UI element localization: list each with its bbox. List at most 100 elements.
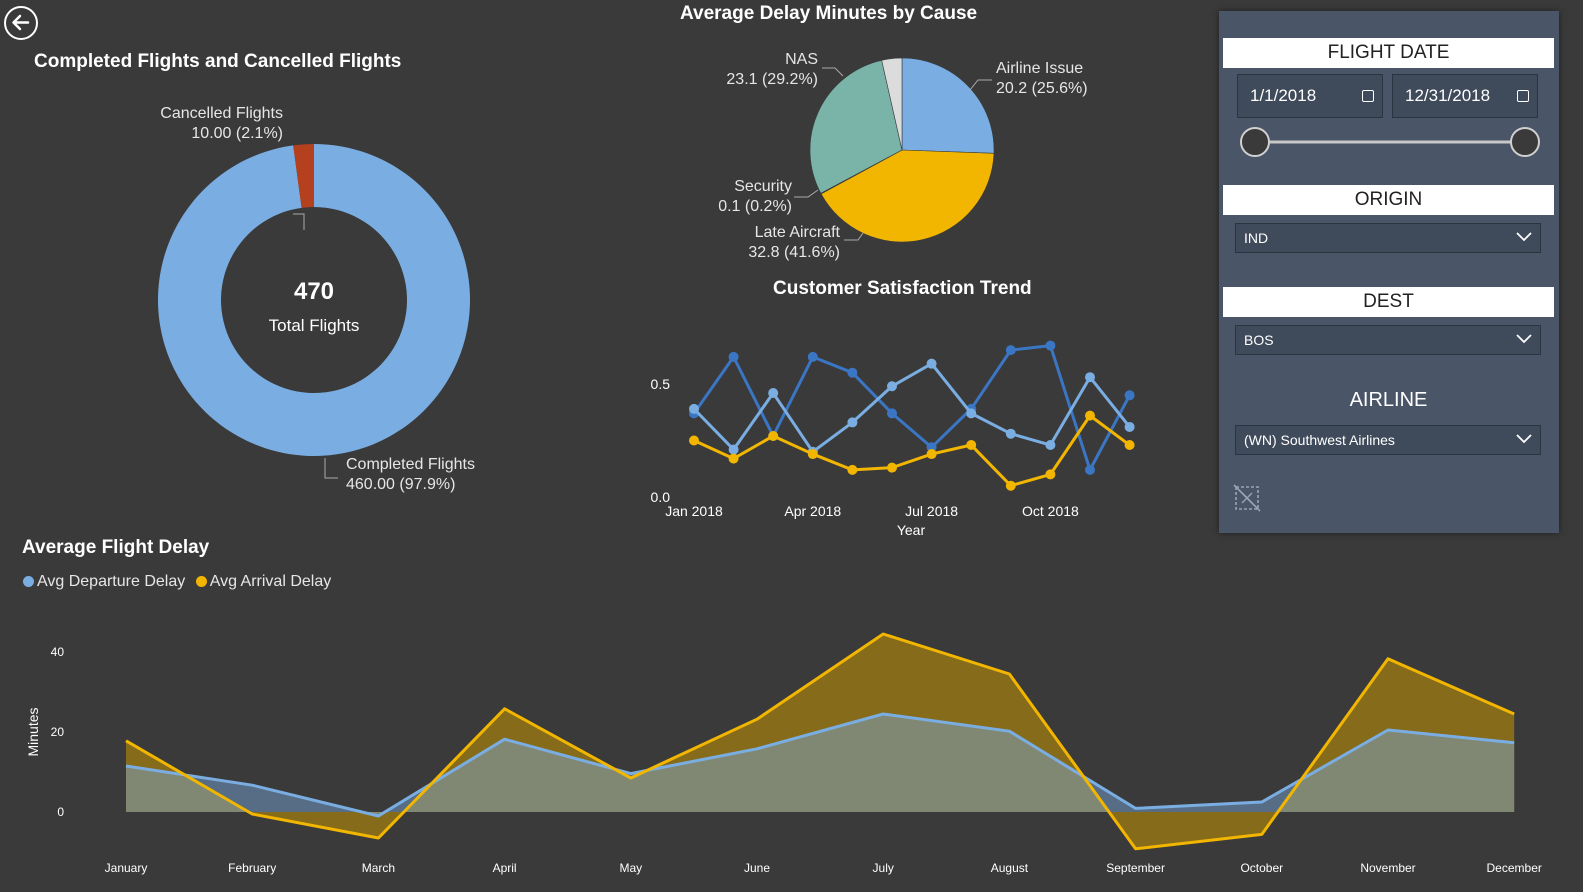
date-end-value: 12/31/2018 <box>1405 86 1491 105</box>
date-start-input[interactable]: 1/1/2018 <box>1237 74 1383 118</box>
delay-ytick: 0 <box>57 805 64 819</box>
delay-xtick: February <box>228 861 276 875</box>
sat-point[interactable] <box>1085 372 1095 383</box>
chevron-down-icon <box>1516 232 1532 242</box>
sat-point[interactable] <box>926 449 937 460</box>
sat-point[interactable] <box>1005 480 1016 491</box>
pie-label-nas-value: 23.1 (29.2%) <box>726 71 818 88</box>
donut-leader-completed <box>324 458 338 479</box>
dest-value: BOS <box>1244 332 1274 348</box>
delay-chart: Minutes 0 20 40 January February March April Ma… <box>25 632 1542 875</box>
airline-dropdown[interactable]: (WN) Southwest Airlines <box>1235 425 1541 455</box>
sat-point[interactable] <box>1085 410 1095 421</box>
donut-label-cancelled: Cancelled Flights 10.00 (2.1%) <box>110 104 283 144</box>
sat-point[interactable] <box>689 435 699 446</box>
pie-title: Average Delay Minutes by Cause <box>680 3 978 24</box>
sat-line-yellow <box>693 414 1131 488</box>
pie-leader-airline <box>969 79 992 91</box>
sat-point[interactable] <box>1045 469 1056 480</box>
calendar-icon[interactable] <box>1362 90 1374 102</box>
pie-leader-nas <box>822 67 844 77</box>
slider-handle-start[interactable] <box>1240 127 1270 157</box>
sat-point[interactable] <box>1124 421 1135 432</box>
pie-label-late: Late Aircraft 32.8 (41.6%) <box>720 223 840 263</box>
sat-point[interactable] <box>966 408 977 419</box>
airline-title: AIRLINE <box>1349 389 1428 411</box>
delay-xtick: June <box>744 861 770 875</box>
legend-item-arrival[interactable]: Avg Arrival Delay <box>195 573 332 590</box>
pie-leader-late <box>844 232 864 241</box>
sat-point[interactable] <box>728 351 739 362</box>
sat-point[interactable] <box>887 408 897 419</box>
pie-slice-airline-issue[interactable] <box>901 57 995 154</box>
donut-label-cancelled-value: 10.00 (2.1%) <box>191 125 283 142</box>
pie-label-late-name: Late Aircraft <box>754 224 840 241</box>
donut-label-cancelled-name: Cancelled Flights <box>160 105 283 122</box>
sat-xtick: Apr 2018 <box>784 503 841 519</box>
satisfaction-title: Customer Satisfaction Trend <box>773 278 1032 299</box>
pie-label-nas-name: NAS <box>785 51 818 68</box>
calendar-icon[interactable] <box>1517 90 1529 102</box>
sat-point[interactable] <box>1124 440 1135 451</box>
airline-value: (WN) Southwest Airlines <box>1244 432 1395 448</box>
sat-point[interactable] <box>887 462 897 473</box>
dest-title: DEST <box>1223 287 1554 317</box>
sat-point[interactable] <box>847 367 858 378</box>
sat-point[interactable] <box>1045 440 1056 451</box>
sat-point[interactable] <box>847 464 858 475</box>
pie-leader-security <box>794 189 819 198</box>
pie-label-late-value: 32.8 (41.6%) <box>748 244 840 261</box>
filter-panel: FLIGHT DATE 1/1/2018 12/31/2018 ORIGIN I… <box>1219 11 1559 533</box>
origin-value: IND <box>1244 230 1269 246</box>
sat-point[interactable] <box>689 403 699 414</box>
sat-point[interactable] <box>1045 340 1056 351</box>
pie-label-security-value: 0.1 (0.2%) <box>718 198 792 215</box>
sat-point[interactable] <box>1085 464 1095 475</box>
satisfaction-xlabel: Year <box>897 522 926 538</box>
delay-xtick: October <box>1240 861 1283 875</box>
legend-label-arrival: Avg Arrival Delay <box>209 573 332 590</box>
sat-point[interactable] <box>926 358 937 369</box>
donut-leader-cancelled <box>293 213 305 230</box>
chevron-down-icon <box>1516 334 1532 344</box>
dest-dropdown[interactable]: BOS <box>1235 325 1541 355</box>
sat-point[interactable] <box>887 381 897 392</box>
sat-xtick: Oct 2018 <box>1022 503 1079 519</box>
legend-dot-arrival <box>195 576 207 587</box>
legend-item-departure[interactable]: Avg Departure Delay <box>23 573 185 590</box>
donut-center-value: 470 <box>293 278 335 305</box>
satisfaction-chart: 0.00.5Jan 2018 Apr 2018 Jul 2018 Oct 2018 Y… <box>651 340 1135 538</box>
donut-label-completed: Completed Flights 460.00 (97.9%) <box>346 455 475 495</box>
sat-xtick: Jul 2018 <box>905 503 958 519</box>
donut-title: Completed Flights and Cancelled Flights <box>34 51 402 72</box>
delay-xtick: September <box>1106 861 1165 875</box>
sat-point[interactable] <box>807 351 818 362</box>
date-range-slider[interactable] <box>1237 124 1547 160</box>
pie-label-nas: NAS 23.1 (29.2%) <box>700 50 818 90</box>
chevron-down-icon <box>1516 434 1532 444</box>
donut-label-completed-name: Completed Flights <box>346 456 475 473</box>
sat-point[interactable] <box>847 417 858 428</box>
flight-date-title: FLIGHT DATE <box>1223 38 1554 68</box>
sat-point[interactable] <box>728 453 739 464</box>
sat-point[interactable] <box>1005 345 1016 356</box>
date-end-input[interactable]: 12/31/2018 <box>1392 74 1538 118</box>
pie-label-airline: Airline Issue 20.2 (25.6%) <box>996 59 1088 99</box>
sat-point[interactable] <box>768 388 779 399</box>
origin-title: ORIGIN <box>1223 185 1554 215</box>
slider-handle-end[interactable] <box>1510 127 1540 157</box>
sat-point[interactable] <box>807 449 818 460</box>
sat-point[interactable] <box>1124 390 1135 401</box>
sat-point[interactable] <box>728 444 739 455</box>
delay-xtick: April <box>493 861 517 875</box>
clear-filters-icon[interactable] <box>1230 481 1264 515</box>
sat-point[interactable] <box>768 430 779 441</box>
delay-ylabel: Minutes <box>25 707 41 756</box>
back-button[interactable] <box>4 6 38 40</box>
pie-label-security-name: Security <box>734 178 792 195</box>
delay-legend: Avg Departure Delay Avg Arrival Delay <box>23 573 331 591</box>
sat-point[interactable] <box>966 440 977 451</box>
back-arrow-icon <box>12 14 30 31</box>
sat-point[interactable] <box>1005 428 1016 439</box>
origin-dropdown[interactable]: IND <box>1235 223 1541 253</box>
